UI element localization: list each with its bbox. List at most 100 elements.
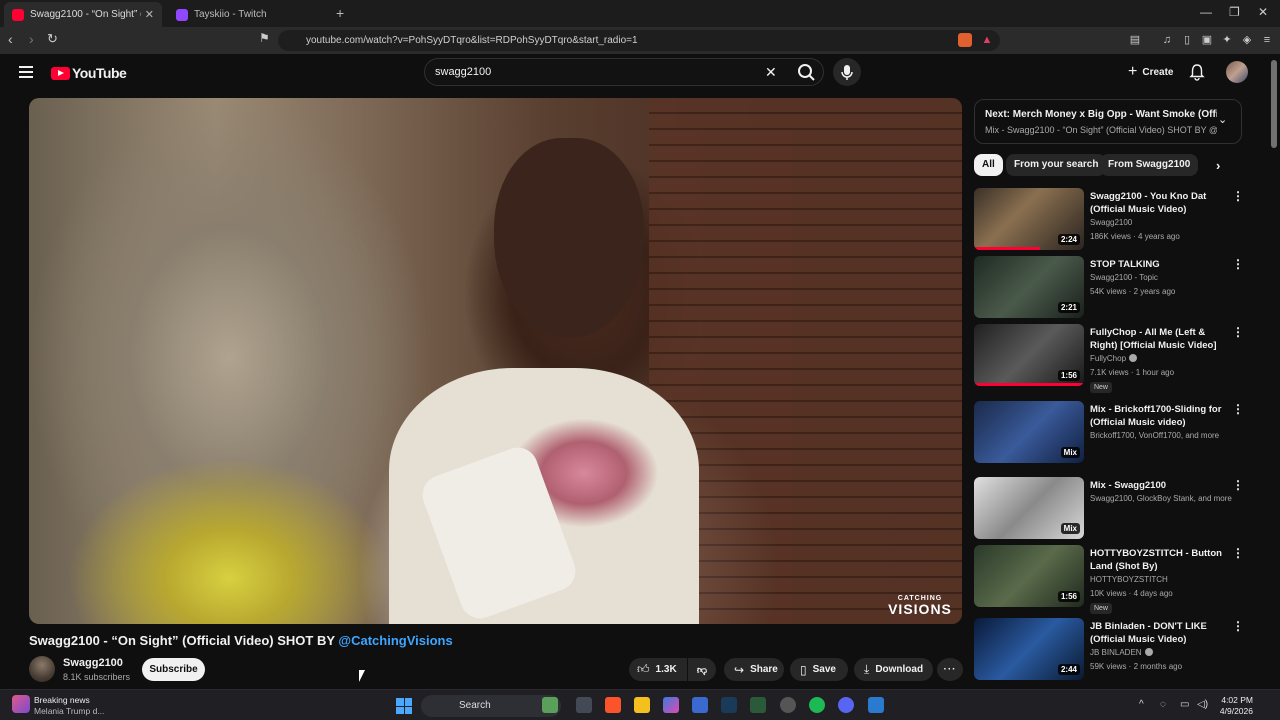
like-button[interactable]: 👍︎ 1.3K bbox=[629, 658, 687, 681]
more-vertical-icon[interactable]: ⋮ bbox=[1232, 403, 1244, 415]
search-box[interactable]: swagg2100 ✕ bbox=[424, 58, 824, 86]
recommended-video-item[interactable]: 2:24 Swagg2100 - You Kno Dat (Official Mu… bbox=[974, 188, 1244, 252]
xbox-icon[interactable] bbox=[750, 697, 766, 713]
github-icon[interactable] bbox=[780, 697, 796, 713]
hamburger-menu-icon[interactable] bbox=[19, 66, 33, 78]
more-actions-button[interactable]: ··· bbox=[937, 658, 963, 681]
video-thumbnail[interactable]: Mix bbox=[974, 401, 1084, 463]
voice-search-button[interactable] bbox=[833, 58, 861, 86]
recommended-video-item[interactable]: 2:44 JB Binladen - DON'T LIKE (Official M… bbox=[974, 618, 1244, 682]
file-explorer-icon[interactable] bbox=[634, 697, 650, 713]
menu-icon[interactable]: ≡ bbox=[1260, 33, 1274, 47]
youtube-logo[interactable]: YouTube bbox=[51, 65, 127, 81]
reload-icon[interactable]: ↻ bbox=[47, 31, 58, 47]
save-button[interactable]: ▯ Save bbox=[790, 658, 848, 681]
news-title[interactable]: Breaking news bbox=[34, 695, 90, 705]
microsoft-store-icon[interactable] bbox=[692, 697, 708, 713]
tab-twitch[interactable]: Tayskiio - Twitch bbox=[168, 2, 328, 27]
tab-search-icon[interactable]: ▤ bbox=[1128, 33, 1142, 47]
recommended-channel-name[interactable]: Swagg2100, GlockBoy Stank, and more bbox=[1090, 492, 1232, 505]
news-widget-icon[interactable] bbox=[12, 695, 30, 713]
subscribe-button[interactable]: Subscribe bbox=[142, 658, 205, 681]
channel-avatar[interactable] bbox=[29, 656, 55, 682]
video-thumbnail[interactable]: 2:21 bbox=[974, 256, 1084, 318]
tab-youtube[interactable]: Swagg2100 - “On Sight” (Offi ✕ bbox=[4, 2, 162, 27]
taskbar-search-box[interactable]: Search bbox=[421, 695, 561, 717]
bookmark-icon[interactable]: ⚑ bbox=[259, 31, 270, 45]
recommended-channel-name[interactable]: Brickoff1700, VonOff1700, and more bbox=[1090, 429, 1219, 442]
vpn-icon[interactable]: ◈ bbox=[1240, 33, 1254, 47]
chip-all[interactable]: All bbox=[974, 154, 1003, 176]
windows-start-icon[interactable] bbox=[396, 698, 412, 714]
recommended-video-item[interactable]: Mix Mix - Brickoff1700-Sliding for (Offic… bbox=[974, 401, 1244, 465]
minimize-icon[interactable]: — bbox=[1200, 5, 1212, 19]
video-thumbnail[interactable]: 2:44 bbox=[974, 618, 1084, 680]
brave-rewards-icon[interactable]: ▲ bbox=[980, 33, 994, 47]
recommended-channel-name[interactable]: JB BINLADEN bbox=[1090, 646, 1153, 659]
restore-icon[interactable]: ❐ bbox=[1229, 5, 1240, 19]
close-window-icon[interactable]: ✕ bbox=[1258, 5, 1268, 19]
account-avatar[interactable] bbox=[1226, 61, 1248, 83]
sidebar-icon[interactable]: ▯ bbox=[1180, 33, 1194, 47]
recommended-video-title[interactable]: HOTTYBOYZSTITCH - Button Land (Shot By) … bbox=[1090, 547, 1228, 573]
more-vertical-icon[interactable]: ⋮ bbox=[1232, 479, 1244, 491]
widget-app-icon[interactable] bbox=[542, 697, 558, 713]
more-vertical-icon[interactable]: ⋮ bbox=[1232, 326, 1244, 338]
recommended-video-item[interactable]: 2:21 STOP TALKING Swagg2100 - Topic 54K vie… bbox=[974, 256, 1244, 320]
forward-icon[interactable]: › bbox=[29, 31, 34, 47]
wallet-icon[interactable]: ▣ bbox=[1200, 33, 1214, 47]
leo-ai-icon[interactable]: ✦ bbox=[1220, 33, 1234, 47]
location-icon[interactable]: ◌ bbox=[1160, 699, 1166, 710]
chip-from-swagg2100[interactable]: From Swagg2100 bbox=[1100, 154, 1199, 176]
more-vertical-icon[interactable]: ⋮ bbox=[1232, 620, 1244, 632]
address-bar[interactable]: youtube.com/watch?v=PohSyyDTqro&list=RDP… bbox=[278, 30, 1000, 51]
chip-from-your-search[interactable]: From your search bbox=[1006, 154, 1107, 176]
recommended-video-title[interactable]: Swagg2100 - You Kno Dat (Official Music … bbox=[1090, 190, 1228, 216]
brave-shields-icon[interactable] bbox=[958, 33, 972, 47]
more-vertical-icon[interactable]: ⋮ bbox=[1232, 190, 1244, 202]
expand-chevron-down-icon[interactable]: ⌄ bbox=[1218, 113, 1227, 126]
system-clock[interactable]: 4:02 PM 4/9/2026 bbox=[1219, 695, 1253, 717]
back-icon[interactable]: ‹ bbox=[8, 31, 13, 47]
recommended-video-title[interactable]: Mix - Brickoff1700-Sliding for (Official… bbox=[1090, 403, 1228, 429]
channel-name[interactable]: Swagg2100 bbox=[63, 657, 123, 669]
news-subtitle[interactable]: Melania Trump d... bbox=[34, 706, 104, 716]
dislike-button[interactable]: 👎︎ bbox=[688, 658, 716, 681]
create-button[interactable]: + Create bbox=[1118, 60, 1183, 84]
clear-search-icon[interactable]: ✕ bbox=[765, 64, 777, 81]
steam-icon[interactable] bbox=[721, 697, 737, 713]
search-icon[interactable] bbox=[795, 61, 819, 83]
recommended-video-title[interactable]: JB Binladen - DON'T LIKE (Official Music… bbox=[1090, 620, 1228, 646]
notifications-bell-icon[interactable] bbox=[1188, 63, 1206, 81]
video-thumbnail[interactable]: 1:56 bbox=[974, 545, 1084, 607]
recommended-channel-name[interactable]: Swagg2100 - Topic bbox=[1090, 271, 1158, 284]
recommended-video-item[interactable]: 1:56 FullyChop - All Me (Left & Right) [O… bbox=[974, 324, 1244, 393]
new-tab-button[interactable]: + bbox=[336, 5, 344, 21]
share-button[interactable]: ↪ Share bbox=[724, 658, 784, 681]
recommended-video-item[interactable]: 1:56 HOTTYBOYZSTITCH - Button Land (Shot … bbox=[974, 545, 1244, 614]
recommended-video-item[interactable]: Mix Mix - Swagg2100 Swagg2100, GlockBoy St… bbox=[974, 477, 1244, 541]
task-view-icon[interactable] bbox=[576, 697, 592, 713]
media-icon[interactable]: ♫ bbox=[1160, 33, 1174, 47]
volume-icon[interactable]: ◁) bbox=[1197, 699, 1208, 710]
recommended-video-title[interactable]: FullyChop - All Me (Left & Right) [Offic… bbox=[1090, 326, 1228, 352]
recommended-channel-name[interactable]: Swagg2100 bbox=[1090, 216, 1132, 229]
tray-overflow-chevron-icon[interactable]: ^ bbox=[1139, 699, 1144, 710]
video-player[interactable]: CATCHING VISIONS bbox=[29, 98, 962, 624]
page-scrollbar[interactable] bbox=[1268, 54, 1280, 689]
scrollbar-thumb[interactable] bbox=[1271, 60, 1277, 148]
download-button[interactable]: ⤓ Download bbox=[854, 658, 933, 681]
discord-icon[interactable] bbox=[838, 697, 854, 713]
copilot-icon[interactable] bbox=[663, 697, 679, 713]
video-thumbnail[interactable]: 1:56 bbox=[974, 324, 1084, 386]
more-vertical-icon[interactable]: ⋮ bbox=[1232, 547, 1244, 559]
search-input[interactable]: swagg2100 bbox=[435, 66, 491, 78]
close-tab-icon[interactable]: ✕ bbox=[145, 8, 154, 21]
app-grid-icon[interactable] bbox=[868, 697, 884, 713]
spotify-icon[interactable] bbox=[809, 697, 825, 713]
video-title-handle-link[interactable]: @CatchingVisions bbox=[338, 633, 452, 648]
recommended-video-title[interactable]: STOP TALKING bbox=[1090, 258, 1228, 271]
playlist-next-box[interactable]: Next: Merch Money x Big Opp - Want Smoke… bbox=[974, 99, 1242, 144]
brave-browser-icon[interactable] bbox=[605, 697, 621, 713]
video-thumbnail[interactable]: 2:24 bbox=[974, 188, 1084, 250]
